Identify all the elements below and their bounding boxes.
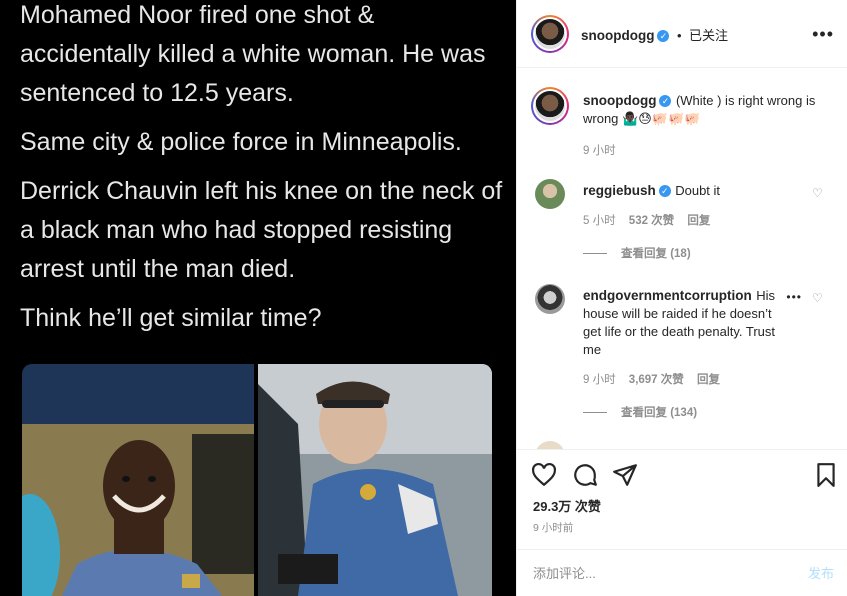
comment-input[interactable] [533, 562, 783, 584]
tweet-screenshot: Mohamed Noor fired one shot & accidental… [20, 0, 510, 348]
comment-bar: 发布 [517, 549, 847, 596]
avatar[interactable] [535, 441, 565, 449]
post-header: snoopdogg ✓ • 已关注 ••• [517, 0, 847, 68]
caption-row: snoopdogg ✓ (White ) is right wrong is wr… [517, 87, 847, 167]
avatar[interactable] [535, 284, 565, 314]
reply-button[interactable]: 回复 [697, 374, 720, 386]
view-replies-button[interactable]: 查看回复 (134) [583, 404, 697, 420]
comment-meta: 5 小时 532 次赞 回复 [583, 212, 720, 228]
avatar[interactable] [535, 179, 565, 209]
comment-likes[interactable]: 532 次赞 [629, 215, 674, 227]
post-actions: 29.3万 次赞 9 小时前 [517, 449, 847, 549]
comment-options-icon[interactable]: ••• [786, 290, 802, 304]
reply-button[interactable]: 回复 [687, 215, 710, 227]
comment-text-block: endgovernmentcorruption His house will b… [583, 287, 779, 359]
heart-icon[interactable] [531, 462, 557, 488]
caption-username[interactable]: snoopdogg [583, 93, 656, 108]
comment-time: 5 小时 [583, 215, 616, 227]
tweet-paragraph: Think he’ll get similar time? [20, 304, 322, 332]
verified-badge-icon: ✓ [657, 29, 670, 42]
caption-text-block: snoopdogg ✓ (White ) is right wrong is wr… [583, 92, 823, 128]
separator: • [676, 28, 682, 43]
likes-count[interactable]: 29.3万 次赞 [533, 496, 601, 515]
avatar[interactable] [531, 87, 569, 125]
view-replies-label: 查看回复 (18) [621, 248, 691, 260]
post-sidebar: snoopdogg ✓ • 已关注 ••• snoopdogg ✓ (White )… [516, 0, 847, 596]
tweet-paragraph: Mohamed Noor fired one shot & accidental… [20, 1, 486, 107]
post-time: 9 小时前 [533, 522, 574, 534]
comment-like-heart-icon[interactable]: ♡ [812, 187, 824, 199]
verified-badge-icon: ✓ [659, 94, 672, 107]
comment-username[interactable]: endgovernmentcorruption [583, 288, 752, 303]
tweet-paragraph: Same city & police force in Minneapolis. [20, 128, 462, 156]
comment-like-heart-icon[interactable]: ♡ [812, 292, 824, 304]
post-image[interactable]: Mohamed Noor fired one shot & accidental… [0, 0, 516, 596]
more-horizontal-icon[interactable]: ••• [812, 24, 834, 45]
comment-meta: 9 小时 3,697 次赞 回复 [583, 371, 730, 387]
officer-photo-right [258, 364, 492, 596]
comment-time: 9 小时 [583, 374, 616, 386]
comment-icon[interactable] [572, 462, 598, 488]
comment-username[interactable]: reggiebush [583, 183, 656, 198]
bookmark-icon[interactable] [813, 462, 839, 488]
view-replies-label: 查看回复 (134) [621, 407, 698, 419]
comment-item: reggiebush ✓ Doubt it ♡ 5 小时 532 次赞 回复 查看… [517, 179, 847, 269]
instagram-post-view: Mohamed Noor fired one shot & accidental… [0, 0, 847, 596]
comment-item: endgovernmentcorruption His house will b… [517, 284, 847, 419]
officer-photo-left [22, 364, 254, 596]
follow-status[interactable]: 已关注 [689, 28, 728, 43]
header-username[interactable]: snoopdogg [581, 28, 654, 43]
comments-list: snoopdogg ✓ (White ) is right wrong is wr… [517, 69, 847, 449]
verified-badge-icon: ✓ [658, 184, 671, 197]
comment-likes[interactable]: 3,697 次赞 [629, 374, 684, 386]
paper-plane-icon[interactable] [612, 462, 638, 488]
post-comment-button[interactable]: 发布 [808, 563, 834, 582]
caption-time: 9 小时 [583, 145, 616, 157]
tweet-paragraph: Derrick Chauvin left his knee on the nec… [20, 177, 503, 283]
view-replies-button[interactable]: 查看回复 (18) [583, 245, 691, 261]
avatar[interactable] [531, 15, 569, 53]
header-user: snoopdogg ✓ • 已关注 [581, 25, 728, 45]
comment-text-block: reggiebush ✓ Doubt it [583, 182, 813, 200]
comment-text: Doubt it [675, 183, 721, 198]
